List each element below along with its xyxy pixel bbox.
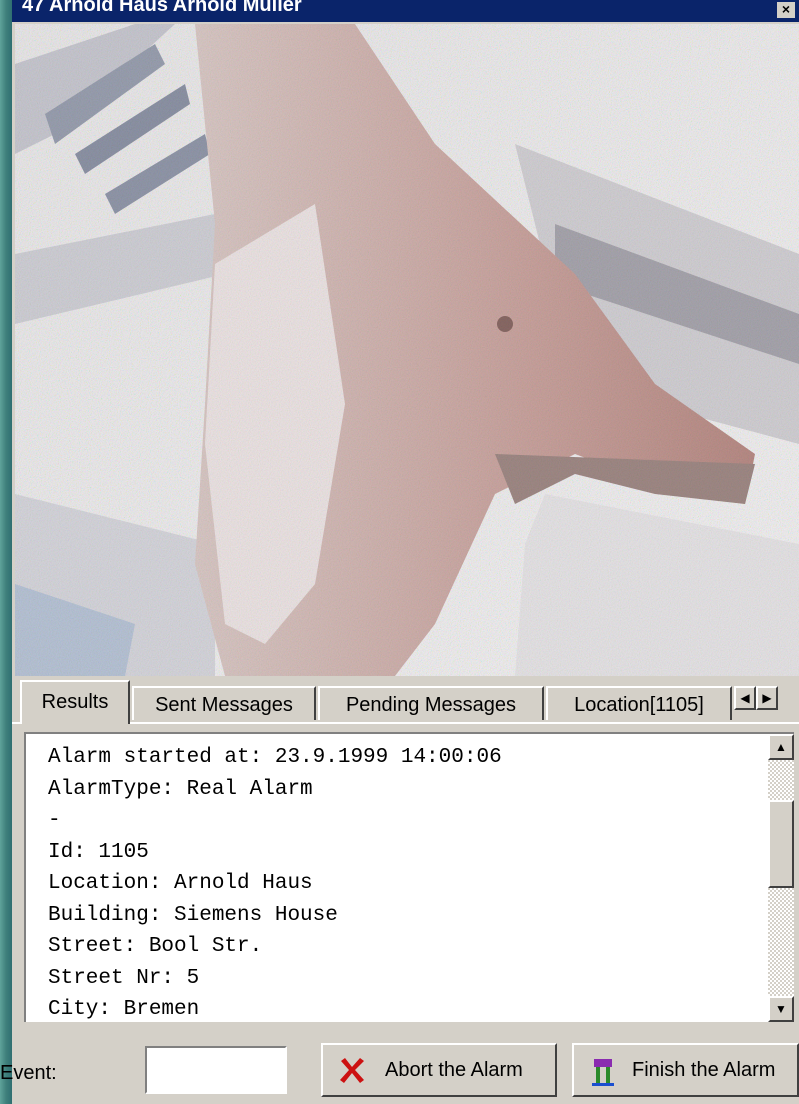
window-title: 47 Arnold Haus Arnold Muller (22, 0, 302, 16)
triangle-left-icon: ◀ (740, 691, 750, 705)
finish-alarm-button[interactable]: Finish the Alarm (572, 1043, 799, 1097)
results-line: City: Bremen (48, 998, 200, 1021)
tab-pending-messages[interactable]: Pending Messages (318, 686, 544, 720)
triangle-up-icon: ▲ (775, 740, 787, 754)
action-bar: Event: Abort the Alarm Finish the Alarm (0, 1026, 799, 1104)
abort-alarm-label: Abort the Alarm (385, 1059, 523, 1081)
finish-alarm-label: Finish the Alarm (632, 1059, 776, 1081)
tab-scroll-left-button[interactable]: ◀ (734, 686, 756, 710)
scroll-up-button[interactable]: ▲ (768, 734, 794, 760)
alarm-window: 47 Arnold Haus Arnold Muller × Results S… (0, 0, 799, 1104)
results-textbox[interactable]: Alarm started at: 23.9.1999 14:00:06 Alar… (24, 732, 794, 1022)
camera-frame-picture (15, 24, 799, 676)
tab-scroll-right-button[interactable]: ▶ (756, 686, 778, 710)
vertical-scrollbar[interactable]: ▲ ▼ (768, 734, 794, 1022)
results-line: Street: Bool Str. (48, 935, 263, 958)
finish-flag-icon (588, 1055, 618, 1093)
event-input[interactable] (145, 1046, 287, 1094)
results-line: Street Nr: 5 (48, 966, 200, 990)
results-line: Id: 1105 (48, 840, 149, 864)
results-text: Alarm started at: 23.9.1999 14:00:06 Alar… (48, 742, 502, 1022)
triangle-right-icon: ▶ (762, 691, 772, 705)
tab-results[interactable]: Results (20, 680, 130, 724)
camera-image (15, 24, 799, 676)
tab-location[interactable]: Location[1105] (546, 686, 732, 720)
red-x-icon (337, 1055, 367, 1091)
results-line: - (48, 809, 61, 832)
results-line: Building: Siemens House (48, 903, 338, 927)
results-line: Location: Arnold Haus (48, 872, 313, 895)
results-line: AlarmType: Real Alarm (48, 777, 313, 801)
close-button[interactable]: × (777, 2, 795, 18)
event-label: Event: (0, 1062, 57, 1084)
results-line: Alarm started at: 23.9.1999 14:00:06 (48, 746, 502, 769)
title-bar[interactable]: 47 Arnold Haus Arnold Muller × (12, 0, 799, 22)
tab-divider (12, 722, 799, 724)
scroll-down-button[interactable]: ▼ (768, 996, 794, 1022)
tab-sent-messages[interactable]: Sent Messages (132, 686, 316, 720)
tab-bar: Results Sent Messages Pending Messages L… (12, 678, 799, 728)
abort-alarm-button[interactable]: Abort the Alarm (321, 1043, 557, 1097)
scroll-thumb[interactable] (768, 800, 794, 888)
triangle-down-icon: ▼ (775, 1002, 787, 1016)
